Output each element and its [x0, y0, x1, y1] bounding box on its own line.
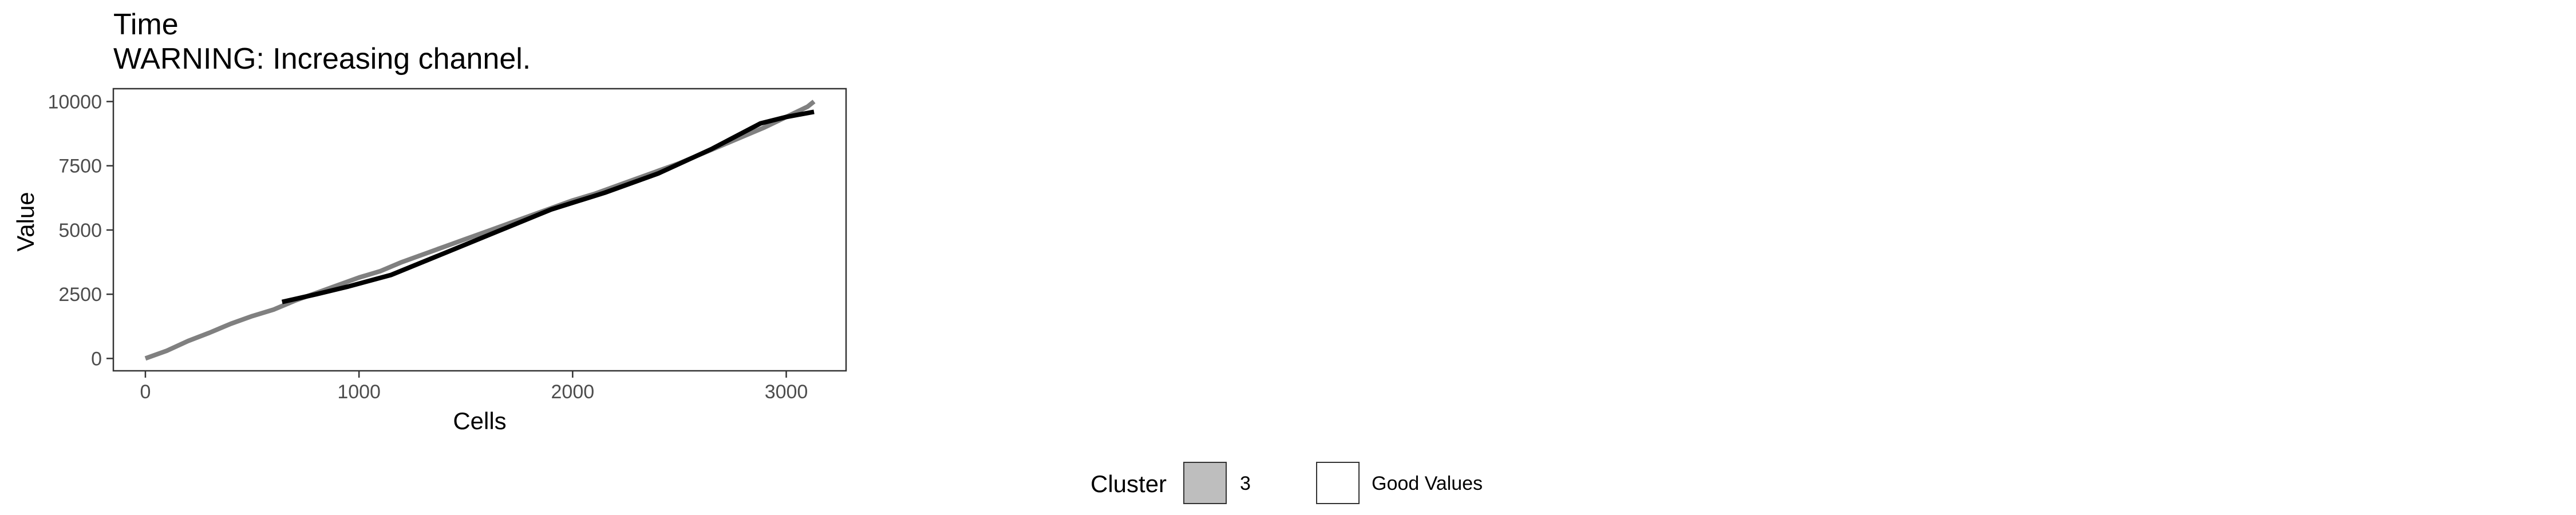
x-tick-label: 2000	[551, 381, 595, 403]
y-axis: 0 2500 5000 7500 10000	[48, 91, 113, 370]
legend-key-cluster	[1183, 462, 1227, 504]
chart-subtitle: WARNING: Increasing channel.	[113, 42, 531, 76]
y-tick-label: 10000	[48, 91, 102, 113]
chart-title: Time	[113, 8, 179, 41]
y-tick-label: 7500	[58, 156, 102, 177]
legend-label-good-values: Good Values	[1372, 473, 1483, 494]
x-axis: 0 1000 2000 3000	[140, 371, 808, 403]
y-tick-label: 2500	[58, 284, 102, 306]
legend-title: Cluster	[1091, 470, 1167, 497]
legend-label-cluster: 3	[1240, 473, 1251, 494]
y-tick-label: 0	[91, 348, 102, 370]
x-tick-label: 0	[140, 381, 151, 403]
y-axis-title: Value	[12, 192, 39, 251]
y-tick-label: 5000	[58, 220, 102, 241]
x-tick-label: 1000	[337, 381, 381, 403]
legend: Cluster 3 Good Values	[1091, 462, 1483, 504]
x-axis-title: Cells	[453, 407, 506, 434]
legend-key-good-values	[1316, 462, 1360, 504]
chart-canvas: Time WARNING: Increasing channel. 0 2500 5…	[12, 8, 1483, 504]
x-tick-label: 3000	[765, 381, 808, 403]
